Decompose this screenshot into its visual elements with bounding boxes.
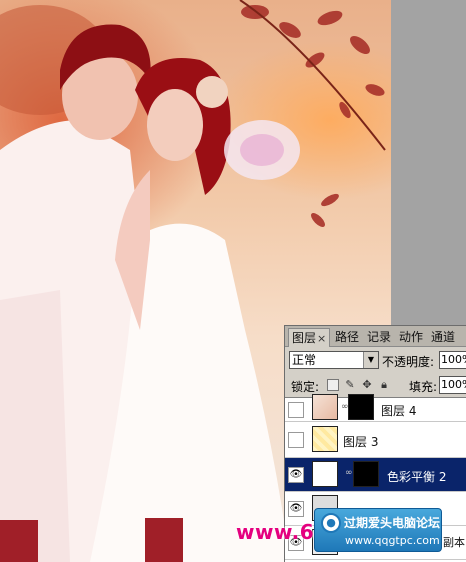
chain-link-icon: ∞ [345,468,353,478]
blend-row: 正常 ▼ 不透明度: 100% [285,348,466,372]
canvas-background [391,0,466,325]
panel-tabs: 图层× 路径 记录 动作 通道 [285,326,466,347]
eye-icon[interactable]: 👁︎ [288,501,304,517]
visibility-toggle[interactable] [288,432,304,448]
watermark-subtitle: www.qqgtpc.com [345,534,440,547]
chevron-down-icon[interactable]: ▼ [363,352,378,368]
adjustment-icon [312,461,338,487]
blend-mode-value: 正常 [292,353,317,367]
layer-row[interactable]: ∞ 图层 4 [285,394,466,422]
eye-icon[interactable]: 👁︎ [288,467,304,483]
watermark-title: 过期爱头电脑论坛 [344,516,441,530]
tab-paths[interactable]: 路径 [332,328,362,347]
visibility-toggle[interactable] [288,402,304,418]
lock-row: 锁定: ✎ ✥ 🔒︎ 填充: 100% [285,374,466,396]
lock-brush-icon[interactable]: ✎ [344,379,356,391]
lock-label: 锁定: [291,380,320,394]
tab-history[interactable]: 记录 [364,328,394,347]
opacity-label: 不透明度: [382,355,435,369]
layer-name: 图层 3 [343,435,379,449]
lock-all-icon[interactable]: 🔒︎ [378,379,390,391]
layer-name: 图层 4 [381,404,417,418]
lock-transparent-icon[interactable] [327,379,339,391]
layer-mask-thumbnail [353,461,379,487]
tab-layers[interactable]: 图层× [288,328,331,347]
layer-name: 色彩平衡 2 [387,470,447,484]
opacity-field[interactable]: 100% [439,351,466,369]
tab-close-icon[interactable]: × [317,332,326,345]
tab-channels[interactable]: 通道 [428,328,458,347]
forum-logo-icon: ● [321,513,341,533]
fill-field[interactable]: 100% [439,376,466,394]
layer-row[interactable]: 图层 3 [285,422,466,458]
layer-thumbnail [312,426,338,452]
fill-label: 填充: [409,380,438,394]
layer-row-selected[interactable]: 👁︎ ∞ 色彩平衡 2 [285,458,466,492]
blend-mode-select[interactable]: 正常 ▼ [289,351,379,369]
layer-mask-thumbnail [348,394,374,420]
layer-thumbnail [312,394,338,420]
tab-layers-label: 图层 [292,331,317,345]
tab-actions[interactable]: 动作 [396,328,426,347]
watermark-badge: ● 过期爱头电脑论坛 www.qqgtpc.com [314,508,442,552]
lock-move-icon[interactable]: ✥ [361,379,373,391]
